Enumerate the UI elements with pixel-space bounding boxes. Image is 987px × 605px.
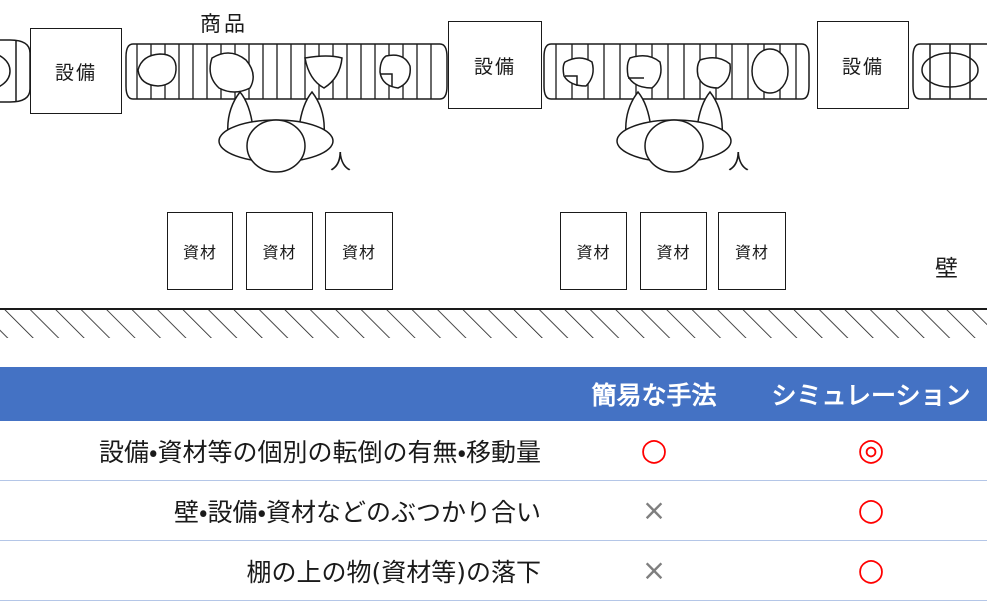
equipment-box-label: 設備 bbox=[54, 61, 97, 84]
material-box-label: 資材 bbox=[656, 243, 691, 262]
row-simulation-mark: ○ bbox=[755, 480, 987, 541]
material-box-1: 資材 bbox=[167, 212, 233, 290]
equipment-box-label: 設備 bbox=[841, 55, 884, 78]
wall-label: 壁 bbox=[935, 256, 958, 282]
table-row: 設備・資材等の個別の転倒の有無・移動量 ○ ◎ bbox=[0, 421, 987, 481]
worker-figure-1 bbox=[218, 90, 334, 173]
row-simple-method-mark: ○ bbox=[553, 421, 755, 481]
cross-icon: × bbox=[641, 492, 667, 527]
row-item-label: 壁・設備・資材などのぶつかり合い bbox=[0, 480, 553, 541]
row-simple-method-mark: × bbox=[553, 480, 755, 541]
material-box-label: 資材 bbox=[341, 243, 376, 262]
row-item-label: 設備・資材等の個別の転倒の有無・移動量 bbox=[0, 421, 553, 481]
column-header-simple-method: 簡易な手法 bbox=[553, 367, 755, 421]
circle-icon: ○ bbox=[640, 432, 668, 468]
factory-floor-diagram: 設備 設備 設備 資材 資材 資材 資材 資材 資材 商品 人 人 壁 bbox=[0, 0, 987, 360]
material-box-6: 資材 bbox=[718, 212, 786, 290]
equipment-box-label: 設備 bbox=[473, 55, 516, 78]
column-header-simulation: シミュレーション bbox=[755, 367, 987, 421]
person-label-1: 人 bbox=[330, 150, 351, 174]
column-header-item bbox=[0, 367, 553, 421]
cross-icon: × bbox=[641, 552, 667, 587]
table-row: 壁・設備・資材などのぶつかり合い × ○ bbox=[0, 480, 987, 541]
circle-icon: ○ bbox=[857, 492, 885, 528]
material-box-label: 資材 bbox=[182, 243, 217, 262]
comparison-table: 簡易な手法 シミュレーション 設備・資材等の個別の転倒の有無・移動量 ○ ◎ 壁… bbox=[0, 367, 987, 601]
material-box-label: 資材 bbox=[262, 243, 297, 262]
product-label: 商品 bbox=[200, 12, 248, 36]
row-item-label: 棚の上の物(資材等)の落下 bbox=[0, 540, 553, 601]
double-circle-icon: ◎ bbox=[857, 432, 885, 468]
table-header-row: 簡易な手法 シミュレーション bbox=[0, 367, 987, 421]
circle-icon: ○ bbox=[857, 552, 885, 588]
table-row: 棚の上の物(資材等)の落下 × ○ bbox=[0, 540, 987, 601]
conveyor-run-right bbox=[912, 43, 987, 100]
person-label-2: 人 bbox=[728, 150, 749, 174]
material-box-3: 資材 bbox=[325, 212, 393, 290]
conveyor-run-left-edge bbox=[0, 39, 31, 103]
row-simple-method-mark: × bbox=[553, 540, 755, 601]
material-box-label: 資材 bbox=[734, 243, 769, 262]
equipment-box-3: 設備 bbox=[817, 21, 909, 109]
material-box-5: 資材 bbox=[640, 212, 707, 290]
material-box-label: 資材 bbox=[576, 243, 611, 262]
wall-hatched-band bbox=[0, 308, 987, 338]
worker-figure-2 bbox=[616, 90, 732, 173]
row-simulation-mark: ○ bbox=[755, 540, 987, 601]
material-box-4: 資材 bbox=[560, 212, 627, 290]
equipment-box-2: 設備 bbox=[448, 21, 542, 109]
material-box-2: 資材 bbox=[246, 212, 313, 290]
row-simulation-mark: ◎ bbox=[755, 421, 987, 481]
equipment-box-1: 設備 bbox=[30, 28, 122, 114]
